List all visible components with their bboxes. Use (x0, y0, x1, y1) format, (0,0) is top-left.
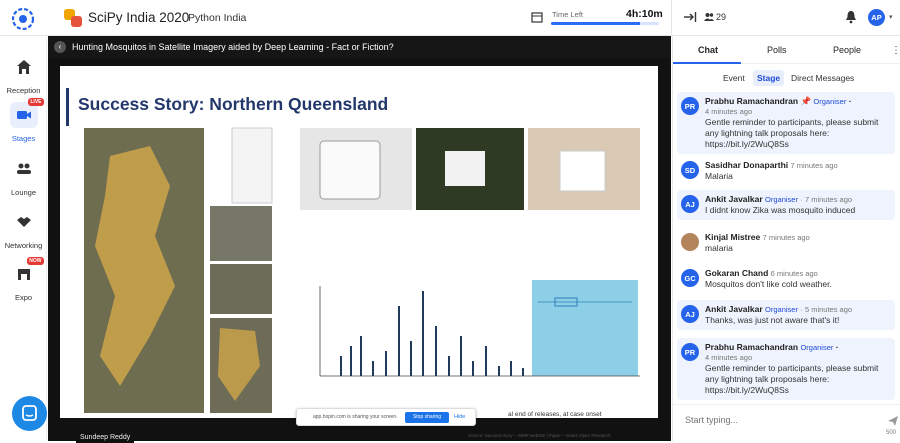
list-item: AJ Ankit Javalkar Organiser · 7 minutes … (677, 190, 895, 220)
message-author: Gokaran Chand 6 minutes ago (705, 268, 818, 278)
session-title: Hunting Mosquitos in Satellite Imagery a… (72, 42, 394, 52)
list-item: GC Gokaran Chand 6 minutes ago Mosquitos… (677, 264, 895, 290)
live-badge: LIVE (28, 98, 44, 106)
message-author: Prabhu Ramachandran Organiser · (705, 342, 839, 352)
chat-composer: 500 (673, 404, 900, 441)
people-icon (704, 13, 714, 21)
sidebar-item-networking[interactable]: Networking (0, 209, 47, 250)
timer-value: 4h:10m (626, 8, 663, 20)
sidebar-item-stages[interactable]: LIVE Stages (0, 98, 47, 143)
subtab-event[interactable]: Event (723, 73, 745, 83)
tab-people[interactable]: People (833, 45, 861, 55)
speaker-name-tag: Sundeep Reddy (76, 432, 135, 443)
hopin-logo-icon[interactable] (12, 8, 34, 30)
list-item: SD Sasidhar Donaparthi 7 minutes ago Mal… (677, 156, 895, 182)
divider (671, 0, 672, 36)
message-author: Kinjal Mistree 7 minutes ago (705, 232, 810, 242)
sidebar-item-reception[interactable]: Reception (0, 54, 47, 95)
send-icon[interactable] (887, 415, 899, 427)
calendar-icon (531, 12, 543, 23)
panel-tabs: Chat Polls People ⋮ (673, 36, 900, 64)
chevron-down-icon[interactable]: ▾ (889, 13, 893, 21)
stage-area: ‹ Hunting Mosquitos in Satellite Imagery… (48, 36, 671, 443)
top-bar: SciPy India 2020 Python India Time Left … (0, 0, 900, 36)
chart-caption: al end of releases, at case onset (508, 411, 602, 418)
slide-graphics (84, 127, 640, 413)
avatar: GC (681, 269, 699, 287)
sidebar-item-label: Stages (11, 134, 36, 143)
message-input[interactable] (685, 415, 865, 425)
slide-source: Source: Success story – WMP website | Pa… (468, 433, 611, 438)
sidebar-item-label: Lounge (10, 188, 37, 197)
avatar: AJ (681, 305, 699, 323)
presentation-slide: Success Story: Northern Queensland al en… (60, 66, 658, 443)
pinned-message: PR Prabhu Ramachandran 📌 Organiser · 4 m… (677, 92, 895, 154)
message-link[interactable]: https://bit.ly/2WuQ8Ss (705, 385, 893, 396)
event-title: SciPy India 2020 (88, 10, 190, 25)
message-time: 4 minutes ago (705, 353, 753, 362)
sidebar-item-expo[interactable]: NOW Expo (0, 257, 47, 302)
avatar: SD (681, 161, 699, 179)
lounge-icon (16, 163, 31, 174)
sidebar-item-label: Networking (4, 241, 43, 250)
help-chat-button[interactable] (12, 396, 47, 431)
chat-subtabs: Event Stage Direct Messages (673, 64, 900, 92)
chat-bubble-icon (22, 405, 37, 421)
exit-icon[interactable] (683, 10, 697, 24)
timer-label: Time Left (552, 10, 583, 19)
user-avatar[interactable]: AP (868, 9, 885, 26)
handshake-icon (16, 217, 31, 227)
python-logo-icon (64, 9, 82, 27)
tab-polls[interactable]: Polls (767, 45, 787, 55)
avatar: PR (681, 97, 699, 115)
char-count: 500 (886, 430, 897, 436)
back-button[interactable]: ‹ (54, 41, 66, 53)
message-time: 4 minutes ago (705, 107, 753, 116)
screen-share-bar: app.hopin.com is sharing your screen. St… (296, 408, 476, 426)
sidebar-item-lounge[interactable]: Lounge (0, 156, 47, 197)
message-text: I didnt know Zika was mosquito induced (705, 205, 856, 215)
chat-panel: Chat Polls People ⋮ Event Stage Direct M… (672, 36, 900, 441)
message-author: Sasidhar Donaparthi 7 minutes ago (705, 160, 838, 170)
sidebar: Reception LIVE Stages Lounge Networking … (0, 36, 47, 441)
message-text: Malaria (705, 171, 733, 181)
stop-sharing-button[interactable]: Stop sharing (405, 412, 449, 423)
message-author: Ankit Javalkar Organiser · 7 minutes ago (705, 194, 853, 204)
now-badge: NOW (27, 257, 44, 265)
message-text: Gentle reminder to participants, please … (705, 117, 879, 138)
subtab-direct-messages[interactable]: Direct Messages (791, 73, 854, 83)
video-camera-icon (16, 111, 31, 119)
message-text: Mosquitos don't like cold weather. (705, 279, 832, 289)
tab-chat[interactable]: Chat (698, 45, 718, 55)
sidebar-item-label: Reception (6, 86, 41, 95)
home-icon (16, 60, 31, 74)
message-author: Ankit Javalkar Organiser · 5 minutes ago (705, 304, 853, 314)
avatar: PR (681, 343, 699, 361)
message-link[interactable]: https://bit.ly/2WuQ8Ss (705, 139, 893, 150)
share-notice: app.hopin.com is sharing your screen. (313, 414, 398, 420)
timer-progress-bar (551, 22, 659, 25)
bell-icon[interactable] (845, 10, 857, 24)
attendee-count: 29 (716, 12, 727, 22)
session-bar: ‹ Hunting Mosquitos in Satellite Imagery… (48, 36, 671, 58)
message-list[interactable]: PR Prabhu Ramachandran 📌 Organiser · 4 m… (673, 92, 900, 404)
organizer-name[interactable]: Python India (188, 12, 246, 24)
list-item: PR Prabhu Ramachandran Organiser · 4 min… (677, 338, 895, 400)
list-item: Kinjal Mistree 7 minutes ago malaria (677, 228, 895, 254)
avatar (681, 233, 699, 251)
subtab-stage[interactable]: Stage (753, 70, 785, 86)
list-item: AJ Ankit Javalkar Organiser · 5 minutes … (677, 300, 895, 330)
message-text: Gentle reminder to participants, please … (705, 363, 879, 384)
more-options-icon[interactable]: ⋮ (891, 45, 900, 56)
message-text: malaria (705, 243, 733, 253)
avatar: AJ (681, 195, 699, 213)
expo-icon (17, 269, 30, 280)
message-text: Thanks, was just not aware that's it! (705, 315, 840, 325)
hide-button[interactable]: Hide (454, 414, 465, 420)
sidebar-item-label: Expo (14, 293, 33, 302)
pin-icon: 📌 (800, 96, 812, 106)
